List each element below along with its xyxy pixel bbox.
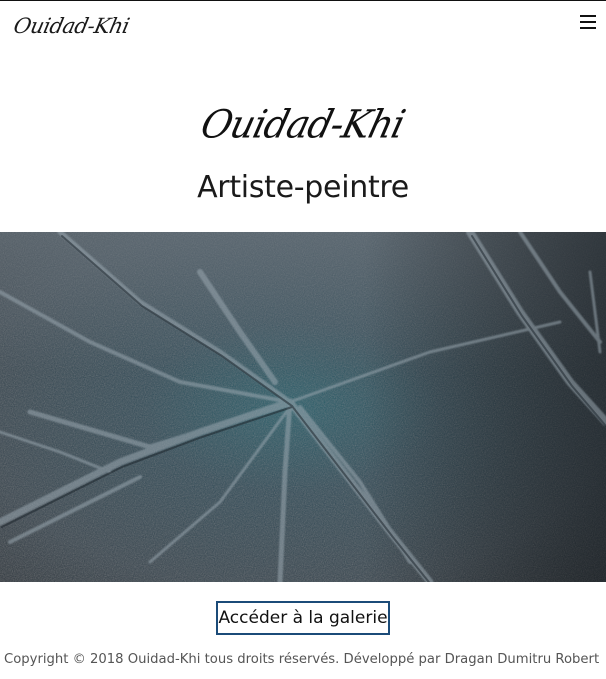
hero-logo: Ouidad-Khi xyxy=(0,101,606,148)
hero-logo-text: Ouidad-Khi xyxy=(196,101,410,148)
footer-copyright: Copyright © 2018 Ouidad-Khi tous droits … xyxy=(4,652,600,667)
top-border xyxy=(0,0,606,1)
hamburger-menu-icon[interactable] xyxy=(580,11,598,33)
page-subtitle: Artiste-peintre xyxy=(197,170,409,205)
hamburger-line xyxy=(580,15,596,17)
hero-painting-image xyxy=(0,232,606,582)
gallery-button[interactable]: Accéder à la galerie xyxy=(216,601,390,635)
hamburger-line xyxy=(580,27,596,29)
painting-artwork xyxy=(0,232,606,582)
header-logo[interactable]: Ouidad-Khi xyxy=(11,14,131,38)
hamburger-line xyxy=(580,21,596,23)
